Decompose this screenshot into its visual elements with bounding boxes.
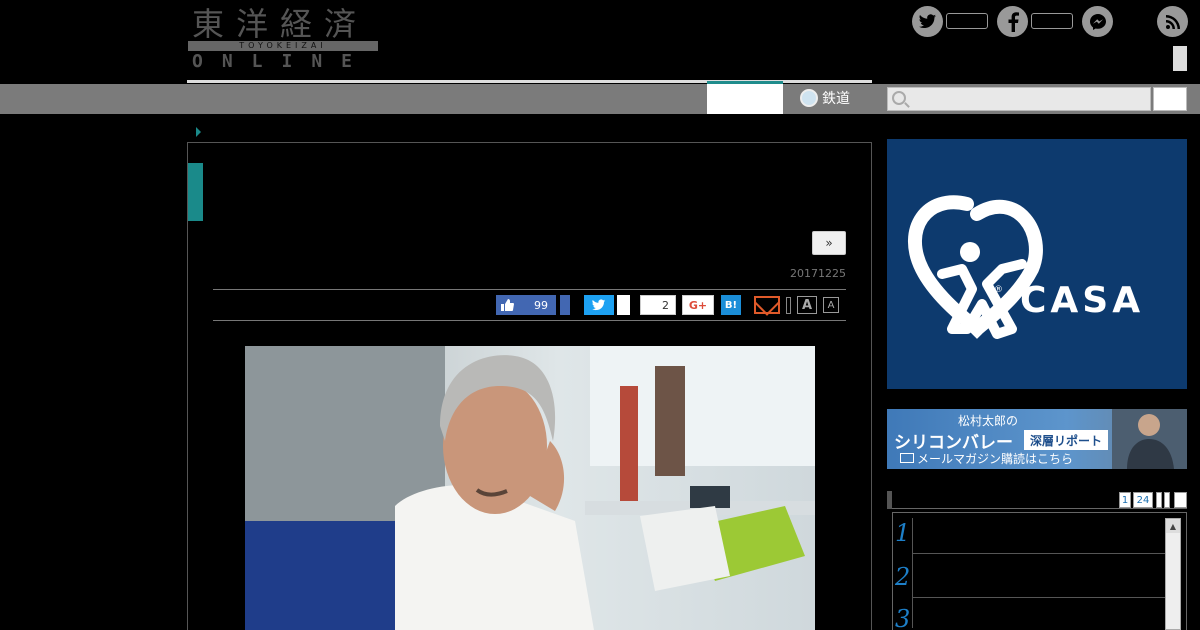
- ranking-tab-weekly[interactable]: [1156, 492, 1162, 508]
- nav-tab-active[interactable]: [707, 81, 783, 114]
- nav-railway-label: 鉄道: [822, 91, 850, 107]
- tweet-count: [617, 295, 630, 315]
- twitter-icon[interactable]: [912, 6, 943, 37]
- envelope-icon: [900, 453, 914, 463]
- train-icon: [800, 89, 818, 107]
- mailmag-line3: メールマガジン購読はこちら: [917, 452, 1074, 466]
- title-accent: [188, 163, 203, 221]
- article-photo: [245, 346, 815, 630]
- search-icon: [892, 91, 906, 105]
- font-small-button[interactable]: A: [823, 297, 839, 313]
- article-date: 20171225: [790, 267, 846, 280]
- casa-reg-mark: ®: [994, 285, 1003, 295]
- site-logo[interactable]: 東洋経済 TOYOKEIZAI ONLINE: [188, 6, 380, 72]
- casa-brand: CASA: [1020, 280, 1145, 321]
- facebook-like-button[interactable]: 99: [496, 295, 556, 315]
- ranking-tab-monthly[interactable]: [1164, 492, 1170, 508]
- twitter-count[interactable]: [946, 13, 988, 29]
- hatena-bookmark-button[interactable]: B!: [721, 295, 741, 315]
- print-button[interactable]: [786, 297, 791, 314]
- ranking-tab-24h[interactable]: 24: [1133, 492, 1153, 508]
- facebook-count[interactable]: [1031, 13, 1073, 29]
- thumbs-up-icon: [501, 299, 514, 311]
- ranking-divider: [912, 518, 913, 628]
- casa-logo-icon: [907, 195, 1043, 339]
- divider-top: [213, 289, 846, 290]
- rss-icon[interactable]: [1157, 6, 1188, 37]
- ranking-header-accent: [887, 491, 892, 509]
- breadcrumb-arrow-icon: [196, 127, 201, 137]
- nav-railway[interactable]: 鉄道: [800, 88, 850, 108]
- mail-icon[interactable]: [754, 296, 780, 314]
- gplus-button[interactable]: G+: [682, 295, 714, 315]
- ranking-tab-1h[interactable]: 1: [1119, 492, 1131, 508]
- scroll-up-icon[interactable]: ▲: [1166, 519, 1180, 533]
- casa-ad[interactable]: [887, 139, 1187, 389]
- ranking-tab-more[interactable]: [1174, 492, 1187, 508]
- ranking-scrollbar[interactable]: [1165, 518, 1181, 630]
- facebook-icon[interactable]: [997, 6, 1028, 37]
- ranking-list: [892, 512, 1187, 630]
- rank-number: 1: [895, 519, 911, 547]
- facebook-share-button[interactable]: [560, 295, 570, 315]
- logo-kanji: 東洋経済: [192, 5, 369, 43]
- rank-separator: [912, 553, 1165, 554]
- mailmag-badge: 深層リポート: [1024, 430, 1109, 450]
- tweet-button[interactable]: [584, 295, 614, 315]
- logo-online: ONLINE: [192, 51, 372, 72]
- mailmag-line1: 松村太郎の: [958, 414, 1019, 428]
- like-count: 99: [534, 298, 548, 312]
- search-input[interactable]: [887, 87, 1151, 111]
- gplus-count: 2: [640, 295, 676, 315]
- messenger-icon[interactable]: [1082, 6, 1113, 37]
- font-large-button[interactable]: A: [797, 296, 817, 314]
- next-page-button[interactable]: »: [812, 231, 846, 255]
- divider-bottom: [213, 320, 846, 321]
- rank-separator: [912, 597, 1165, 598]
- twitter-bird-icon: [592, 299, 606, 311]
- menu-toggle[interactable]: [1173, 46, 1187, 71]
- rank-number: 3: [895, 605, 911, 630]
- rank-number: 2: [895, 563, 911, 591]
- search-button[interactable]: [1153, 87, 1187, 111]
